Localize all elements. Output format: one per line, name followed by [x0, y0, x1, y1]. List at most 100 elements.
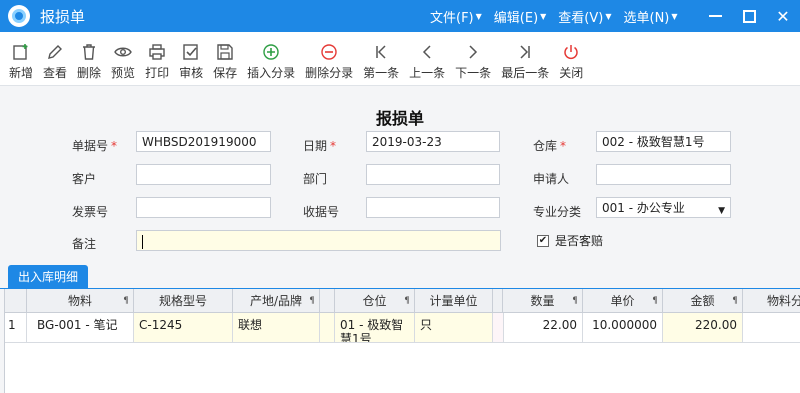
column-header-brand[interactable]: 产地/品牌 ¶ — [233, 289, 320, 313]
cell-category[interactable] — [743, 313, 800, 343]
cell-quantity[interactable]: 22.00 — [503, 313, 583, 343]
column-header-price[interactable]: 单价 ¶ — [583, 289, 663, 313]
department-label: 部门 — [303, 172, 328, 186]
warehouse-field[interactable]: 002 - 极致智慧1号 — [596, 131, 731, 152]
menu-file[interactable]: 文件(F) ▼ — [430, 7, 482, 26]
detail-tab-strip: 出入库明细 — [0, 263, 800, 289]
date-field[interactable]: 2019-03-23 — [366, 131, 500, 152]
close-button[interactable]: 关闭 — [554, 32, 588, 81]
caret-down-icon: ▼ — [605, 11, 612, 21]
column-header-location[interactable]: 仓位 ¶ — [335, 289, 415, 313]
pin-icon[interactable]: ¶ — [572, 289, 578, 313]
required-mark: * — [111, 139, 118, 153]
delete-button[interactable]: 删除 — [72, 32, 106, 81]
title-bar: 报损单 文件(F) ▼ 编辑(E) ▼ 查看(V) ▼ 选单(N) ▼ ✕ — [0, 0, 800, 32]
cell-unit[interactable]: 只 — [415, 313, 493, 343]
print-button[interactable]: 打印 — [140, 32, 174, 81]
customer-field[interactable] — [136, 164, 271, 185]
window-title: 报损单 — [40, 7, 86, 26]
insert-entry-button[interactable]: 插入分录 — [242, 32, 300, 81]
pin-icon[interactable]: ¶ — [404, 289, 410, 313]
close-icon: ✕ — [776, 6, 790, 26]
next-record-button[interactable]: 下一条 — [450, 32, 496, 81]
check-mark-icon: ✔ — [538, 234, 548, 246]
compensation-label: 是否客赔 — [555, 234, 604, 248]
pin-icon[interactable]: ¶ — [123, 289, 129, 313]
close-window-button[interactable]: ✕ — [766, 0, 800, 32]
plus-circle-icon — [262, 42, 280, 62]
compensation-checkbox[interactable]: ✔ — [537, 234, 549, 247]
column-header-quantity[interactable]: 数量 ¶ — [503, 289, 583, 313]
detail-grid: 物料 ¶ 规格型号 产地/品牌 ¶ 仓位 ¶ 计量单位 数量 ¶ 单价 ¶ 金额 ¶ 物料分… — [4, 289, 800, 393]
app-logo-icon — [8, 5, 30, 27]
menu-select[interactable]: 选单(N) ▼ — [624, 7, 678, 26]
column-header-hidden-2[interactable] — [493, 289, 503, 313]
column-header-unit[interactable]: 计量单位 — [415, 289, 493, 313]
eye-icon — [114, 42, 132, 62]
remark-field[interactable] — [136, 230, 501, 251]
cell-spec[interactable]: C-1245 — [134, 313, 233, 343]
previous-record-button[interactable]: 上一条 — [404, 32, 450, 81]
cell-brand[interactable]: 联想 — [233, 313, 320, 343]
row-number: 1 — [5, 313, 27, 343]
form-title: 报损单 — [375, 109, 424, 128]
pin-icon[interactable]: ¶ — [309, 289, 315, 313]
department-field[interactable] — [366, 164, 500, 185]
column-header-material[interactable]: 物料 ¶ — [27, 289, 134, 313]
first-icon — [372, 42, 390, 62]
first-record-button[interactable]: 第一条 — [358, 32, 404, 81]
menu-edit[interactable]: 编辑(E) ▼ — [494, 7, 547, 26]
check-icon — [182, 42, 200, 62]
minimize-button[interactable] — [698, 0, 732, 32]
receipt-label: 收据号 — [303, 205, 340, 219]
printer-icon — [148, 42, 166, 62]
cell-hidden-1[interactable] — [320, 313, 335, 343]
preview-button[interactable]: 预览 — [106, 32, 140, 81]
category-select[interactable]: 001 - 办公专业 ▼ — [596, 197, 731, 218]
pin-icon[interactable]: ¶ — [652, 289, 658, 313]
menu-view[interactable]: 查看(V) ▼ — [558, 7, 611, 26]
new-icon — [12, 42, 30, 62]
cell-price[interactable]: 10.000000 — [583, 313, 663, 343]
caret-down-icon: ▼ — [671, 11, 678, 21]
customer-label: 客户 — [72, 172, 97, 186]
maximize-button[interactable] — [732, 0, 766, 32]
text-cursor — [142, 234, 143, 249]
cell-material[interactable]: BG-001 - 笔记 — [27, 313, 134, 343]
invoice-label: 发票号 — [72, 205, 109, 219]
doc-no-field[interactable]: WHBSD201919000 — [136, 131, 271, 152]
trash-icon — [80, 42, 98, 62]
view-button[interactable]: 查看 — [38, 32, 72, 81]
compensation-checkbox-wrap[interactable]: ✔ 是否客赔 — [537, 232, 603, 249]
category-label: 专业分类 — [533, 205, 582, 219]
applicant-field[interactable] — [596, 164, 731, 185]
receipt-field[interactable] — [366, 197, 500, 218]
cell-amount[interactable]: 220.00 — [663, 313, 743, 343]
column-header-amount[interactable]: 金额 ¶ — [663, 289, 743, 313]
table-row[interactable]: 1 BG-001 - 笔记 C-1245 联想 01 - 极致智慧1号 只 22… — [5, 313, 800, 343]
maximize-icon — [742, 9, 756, 23]
edit-icon — [46, 42, 64, 62]
invoice-field[interactable] — [136, 197, 271, 218]
column-header-spec[interactable]: 规格型号 — [134, 289, 233, 313]
last-record-button[interactable]: 最后一条 — [496, 32, 554, 81]
save-icon — [216, 42, 234, 62]
audit-button[interactable]: 审核 — [174, 32, 208, 81]
last-icon — [516, 42, 534, 62]
column-header-category[interactable]: 物料分 — [743, 289, 800, 313]
cell-location[interactable]: 01 - 极致智慧1号 — [335, 313, 415, 343]
toolbar: 新增 查看 删除 预览 打印 审核 保存 插入分录 删除分录 第一条 上一条 下… — [0, 32, 800, 86]
category-value: 001 - 办公专业 — [602, 201, 685, 215]
row-number-header — [5, 289, 27, 313]
tab-inout-detail[interactable]: 出入库明细 — [8, 265, 89, 289]
new-button[interactable]: 新增 — [4, 32, 38, 81]
delete-entry-button[interactable]: 删除分录 — [300, 32, 358, 81]
pin-icon[interactable]: ¶ — [732, 289, 738, 313]
applicant-label: 申请人 — [533, 172, 570, 186]
form-area: 报损单 单据号 * WHBSD201919000 日期 * 2019-03-23 仓… — [0, 87, 800, 263]
save-button[interactable]: 保存 — [208, 32, 242, 81]
caret-down-icon: ▼ — [540, 11, 547, 21]
column-header-hidden-1[interactable] — [320, 289, 335, 313]
dropdown-caret-icon: ▼ — [718, 206, 725, 216]
window-controls: ✕ — [698, 0, 800, 32]
